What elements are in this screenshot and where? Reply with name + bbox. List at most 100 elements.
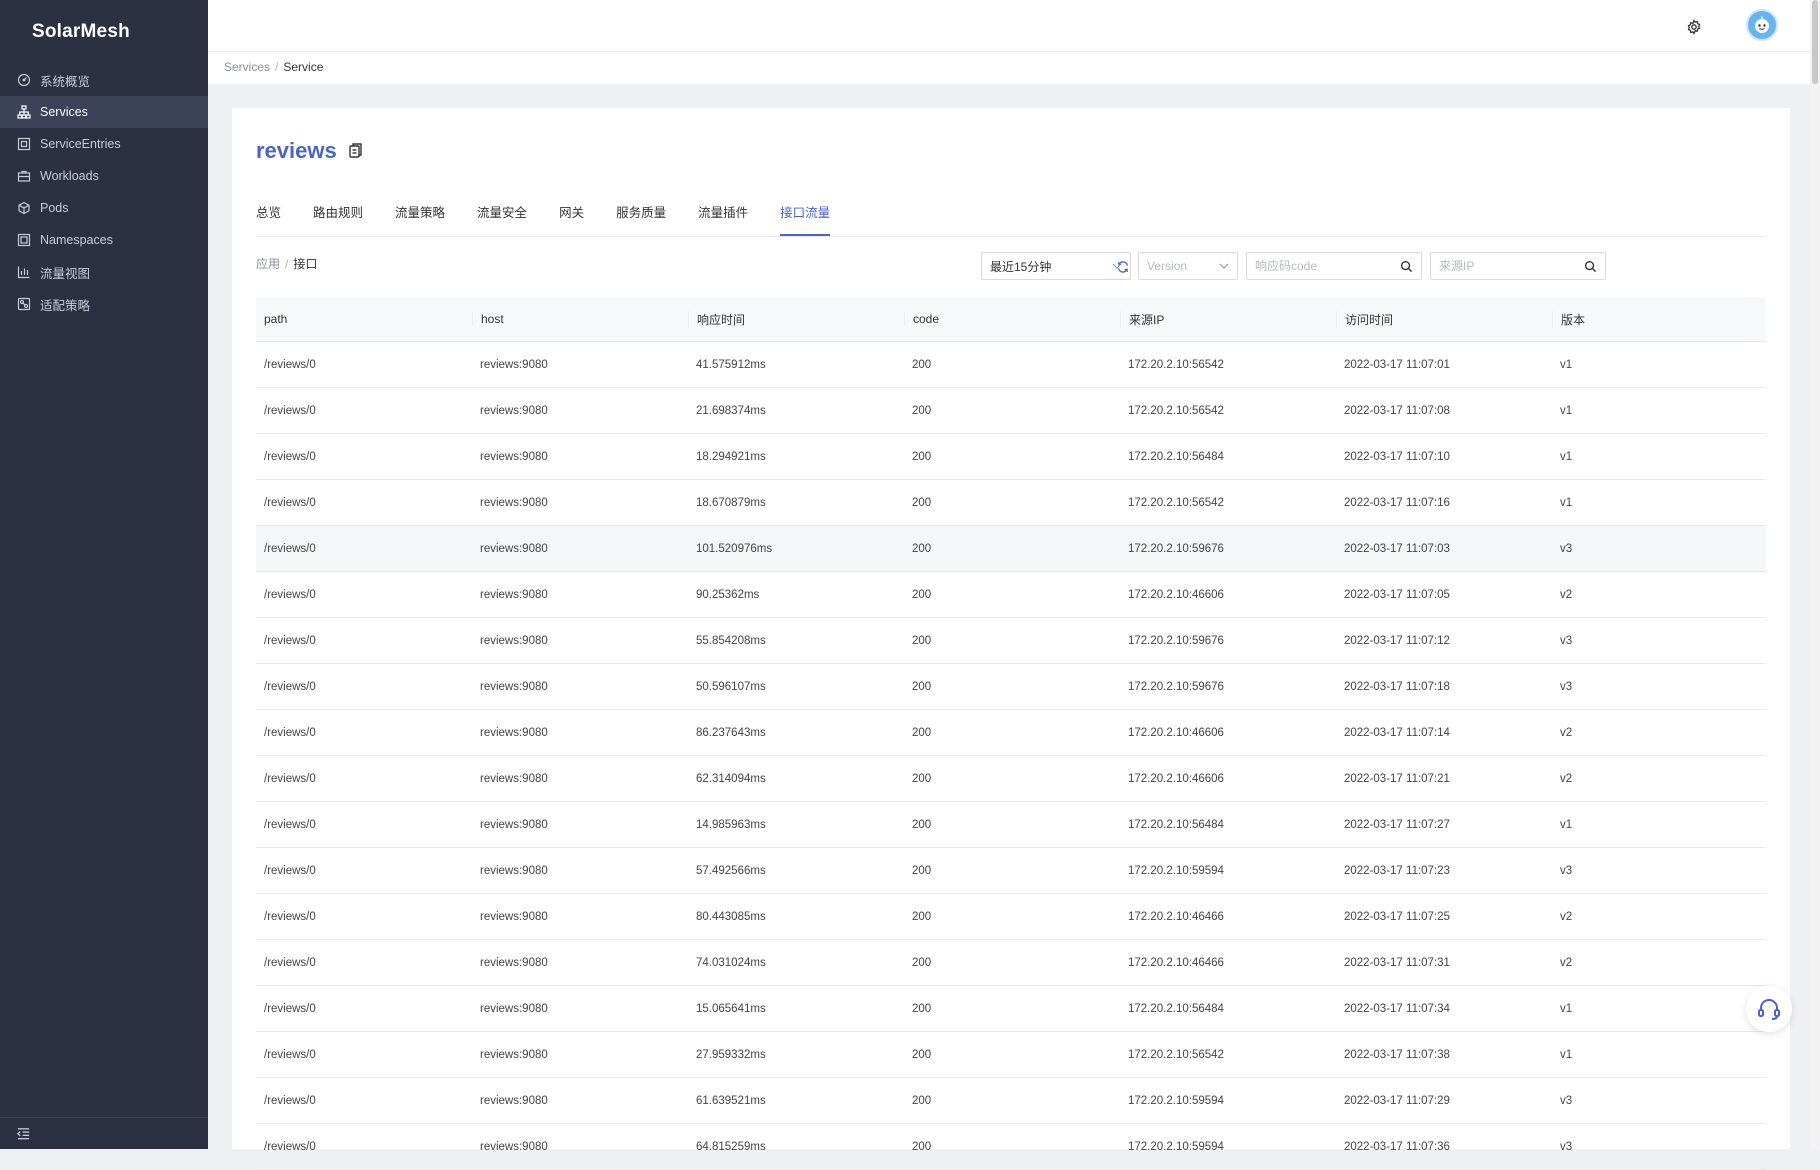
tab-6[interactable]: 流量插件 — [698, 200, 748, 236]
response-code-search[interactable] — [1246, 252, 1422, 280]
breadcrumb-services-link[interactable]: Services — [224, 60, 270, 74]
tab-3[interactable]: 流量安全 — [477, 200, 527, 236]
table-cell: /reviews/0 — [264, 1002, 316, 1015]
table-header: path host 响应时间 code 来源IP 访问时间 版本 — [256, 297, 1766, 342]
service-tabs: 总览 路由规则 流量策略 流量安全 网关 服务质量 流量插件 接口流量 — [256, 200, 1766, 237]
table-cell: 86.237643ms — [696, 726, 766, 739]
source-ip-input[interactable] — [1439, 259, 1579, 273]
sidebar-item-policy[interactable]: 适配策略 — [0, 288, 208, 320]
table-row[interactable]: /reviews/0 reviews:9080 101.520976ms 200 172… — [256, 526, 1766, 572]
source-ip-search[interactable] — [1430, 252, 1606, 280]
table-cell: reviews:9080 — [480, 542, 548, 555]
table-row[interactable]: /reviews/0 reviews:9080 50.596107ms 200 172.… — [256, 664, 1766, 710]
table-cell: 27.959332ms — [696, 1048, 766, 1061]
table-row[interactable]: /reviews/0 reviews:9080 57.492566ms 200 172.… — [256, 848, 1766, 894]
table-cell: 172.20.2.10:56542 — [1128, 358, 1224, 371]
table-cell: 200 — [912, 1048, 932, 1061]
table-cell: reviews:9080 — [480, 726, 548, 739]
dashboard-icon — [17, 73, 31, 87]
table-row[interactable]: /reviews/0 reviews:9080 55.854208ms 200 172.… — [256, 618, 1766, 664]
sidebar-item-sitemap[interactable]: Services — [0, 96, 208, 128]
table-cell: v3 — [1560, 1140, 1573, 1153]
table-cell: 200 — [912, 956, 932, 969]
brand-logo[interactable]: SolarMesh — [0, 0, 208, 64]
table-row[interactable]: /reviews/0 reviews:9080 90.25362ms 200 172.2… — [256, 572, 1766, 618]
table-cell: 2022-03-17 11:07:38 — [1344, 1048, 1450, 1061]
collapse-sidebar-button[interactable] — [0, 1117, 208, 1149]
tab-2[interactable]: 流量策略 — [395, 200, 445, 236]
table-cell: reviews:9080 — [480, 1140, 548, 1153]
table-row[interactable]: /reviews/0 reviews:9080 74.031024ms 200 172.… — [256, 940, 1766, 986]
column-header: 访问时间 — [1336, 310, 1552, 328]
table-cell: 172.20.2.10:59676 — [1128, 680, 1224, 693]
table-cell: v2 — [1560, 910, 1573, 923]
table-cell: 172.20.2.10:56484 — [1128, 450, 1224, 463]
avatar[interactable] — [1746, 9, 1778, 41]
table-row[interactable]: /reviews/0 reviews:9080 14.985963ms 200 172.… — [256, 802, 1766, 848]
entry-icon — [17, 137, 31, 151]
sidebar-item-briefcase[interactable]: Workloads — [0, 160, 208, 192]
search-icon[interactable] — [1400, 260, 1413, 273]
sidebar-item-label: 流量视图 — [40, 266, 91, 281]
version-select[interactable]: Version — [1138, 252, 1238, 280]
version-placeholder: Version — [1147, 259, 1188, 273]
table-cell: 50.596107ms — [696, 680, 766, 693]
table-cell: 200 — [912, 726, 932, 739]
time-range-select[interactable]: 最近15分钟 — [981, 252, 1131, 280]
table-cell: 90.25362ms — [696, 588, 760, 601]
copy-icon[interactable] — [347, 142, 363, 160]
sidebar-item-entry[interactable]: ServiceEntries — [0, 128, 208, 160]
table-cell: 172.20.2.10:56484 — [1128, 1002, 1224, 1015]
sidebar-item-cube[interactable]: Pods — [0, 192, 208, 224]
table-cell: 2022-03-17 11:07:12 — [1344, 634, 1450, 647]
page-scrollbar[interactable] — [1810, 0, 1820, 1149]
tab-5[interactable]: 服务质量 — [616, 200, 666, 236]
gear-icon[interactable] — [1686, 19, 1702, 35]
table-row[interactable]: /reviews/0 reviews:9080 64.815259ms 200 172.… — [256, 1124, 1766, 1170]
tab-0[interactable]: 总览 — [256, 200, 281, 236]
table-cell: 15.065641ms — [696, 1002, 766, 1015]
breadcrumb-separator: / — [275, 60, 279, 74]
table-row[interactable]: /reviews/0 reviews:9080 18.294921ms 200 172.… — [256, 434, 1766, 480]
table-row[interactable]: /reviews/0 reviews:9080 21.698374ms 200 172.… — [256, 388, 1766, 434]
tab-7[interactable]: 接口流量 — [780, 200, 831, 236]
customer-support-button[interactable] — [1746, 986, 1792, 1032]
table-row[interactable]: /reviews/0 reviews:9080 41.575912ms 200 172.… — [256, 342, 1766, 388]
search-icon[interactable] — [1584, 260, 1597, 273]
table-cell: v1 — [1560, 496, 1573, 509]
table-cell: /reviews/0 — [264, 1094, 316, 1107]
table-cell: /reviews/0 — [264, 680, 316, 693]
table-cell: v3 — [1560, 1094, 1573, 1107]
table-cell: reviews:9080 — [480, 358, 548, 371]
sidebar-item-namespace[interactable]: Namespaces — [0, 224, 208, 256]
table-cell: 2022-03-17 11:07:23 — [1344, 864, 1450, 877]
tab-4[interactable]: 网关 — [559, 200, 584, 236]
table-row[interactable]: /reviews/0 reviews:9080 18.670879ms 200 172.… — [256, 480, 1766, 526]
column-header: code — [904, 312, 1120, 326]
table-cell: 2022-03-17 11:07:21 — [1344, 772, 1450, 785]
table-row[interactable]: /reviews/0 reviews:9080 80.443085ms 200 172.… — [256, 894, 1766, 940]
scrollbar-thumb[interactable] — [1812, 0, 1818, 84]
response-code-input[interactable] — [1255, 259, 1395, 273]
table-row[interactable]: /reviews/0 reviews:9080 61.639521ms 200 172.… — [256, 1078, 1766, 1124]
tab-1[interactable]: 路由规则 — [313, 200, 363, 236]
table-row[interactable]: /reviews/0 reviews:9080 15.065641ms 200 172.… — [256, 986, 1766, 1032]
table-cell: reviews:9080 — [480, 1002, 548, 1015]
table-row[interactable]: /reviews/0 reviews:9080 86.237643ms 200 172.… — [256, 710, 1766, 756]
table-cell: 101.520976ms — [696, 542, 773, 555]
sidebar-item-label: 适配策略 — [40, 298, 91, 313]
table-cell: 2022-03-17 11:07:34 — [1344, 1002, 1450, 1015]
table-row[interactable]: /reviews/0 reviews:9080 62.314094ms 200 172.… — [256, 756, 1766, 802]
sidebar-item-label: Pods — [40, 201, 69, 215]
sidebar-item-dashboard[interactable]: 系统概览 — [0, 64, 208, 96]
table-cell: 200 — [912, 496, 932, 509]
table-cell: reviews:9080 — [480, 956, 548, 969]
table-cell: 172.20.2.10:56542 — [1128, 1048, 1224, 1061]
table-row[interactable]: /reviews/0 reviews:9080 27.959332ms 200 172.… — [256, 1032, 1766, 1078]
table-cell: 172.20.2.10:59676 — [1128, 634, 1224, 647]
table-cell: v1 — [1560, 358, 1573, 371]
table-cell: /reviews/0 — [264, 956, 316, 969]
sidebar-item-bar-chart[interactable]: 流量视图 — [0, 256, 208, 288]
headset-icon — [1758, 999, 1780, 1020]
table-cell: 2022-03-17 11:07:16 — [1344, 496, 1450, 509]
